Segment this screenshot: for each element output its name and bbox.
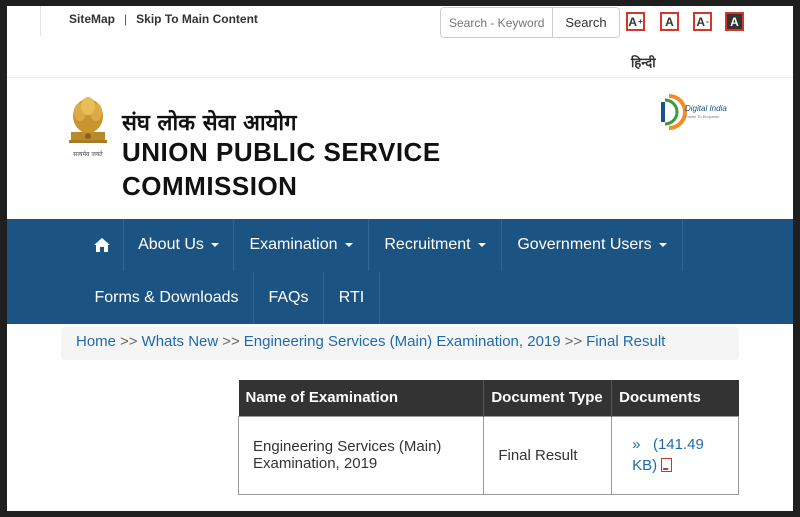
- digital-india-tagline: Power To Empower: [685, 114, 720, 119]
- breadcrumb-whats-new[interactable]: Whats New: [142, 333, 219, 350]
- caret-down-icon: [658, 243, 667, 247]
- digital-india-logo[interactable]: Digital India Power To Empower: [655, 92, 735, 132]
- exam-name-cell: Engineering Services (Main) Examination,…: [237, 415, 485, 495]
- breadcrumb-home[interactable]: Home: [76, 333, 116, 350]
- high-contrast-button[interactable]: A: [725, 12, 744, 31]
- pdf-icon: [661, 458, 673, 472]
- nav-forms-downloads[interactable]: Forms & Downloads: [80, 272, 254, 324]
- nav-faqs[interactable]: FAQs: [254, 272, 324, 324]
- utility-links: SiteMap | Skip To Main Content: [69, 12, 258, 26]
- column-header-exam-name: Name of Examination: [238, 380, 485, 416]
- document-download-link[interactable]: » (141.49 KB): [622, 434, 728, 476]
- nav-home[interactable]: [80, 219, 124, 271]
- breadcrumb-exam[interactable]: Engineering Services (Main) Examination,…: [244, 333, 561, 350]
- font-decrease-button[interactable]: A-: [693, 12, 712, 31]
- font-increase-button[interactable]: A +: [626, 12, 645, 31]
- breadcrumb-separator: >>: [120, 333, 138, 350]
- divider: [40, 6, 41, 36]
- caret-down-icon: [477, 243, 486, 247]
- breadcrumb-separator: >>: [222, 333, 240, 350]
- breadcrumb-current[interactable]: Final Result: [586, 333, 665, 350]
- hindi-language-link[interactable]: हिन्दी: [631, 53, 656, 71]
- nav-government-users[interactable]: Government Users: [502, 219, 683, 271]
- column-header-document-type: Document Type: [483, 380, 613, 416]
- nav-recruitment[interactable]: Recruitment: [369, 219, 502, 271]
- site-title-line: UNION PUBLIC SERVICE: [122, 137, 441, 167]
- document-type-cell: Final Result: [483, 415, 613, 495]
- top-utility-bar: SiteMap | Skip To Main Content Search A+ A…: [7, 6, 793, 78]
- nav-rti[interactable]: RTI: [324, 272, 380, 324]
- column-header-documents: Documents: [611, 380, 739, 416]
- home-icon: [93, 238, 110, 252]
- breadcrumb: Home >> Whats New >> Engineering Services (M…: [61, 327, 739, 360]
- skip-to-content-link[interactable]: Skip To Main Content: [136, 12, 258, 26]
- divider: [7, 77, 793, 78]
- table-row: Engineering Services (Main) Examination,…: [237, 415, 739, 495]
- page: SiteMap | Skip To Main Content Search A+ A…: [7, 6, 793, 511]
- emblem-caption: सत्यमेव जयते: [73, 150, 103, 158]
- utility-separator: |: [124, 12, 128, 26]
- search-box: Search: [440, 7, 620, 38]
- site-title-line: COMMISSION: [122, 171, 298, 201]
- caret-down-icon: [210, 243, 219, 247]
- national-emblem-logo[interactable]: सत्यमेव जयते: [67, 94, 109, 164]
- results-table: Name of Examination Document Type Docume…: [237, 380, 739, 495]
- caret-down-icon: [344, 243, 353, 247]
- search-button[interactable]: Search: [553, 8, 619, 37]
- site-title: UNION PUBLIC SERVICE COMMISSION: [122, 135, 441, 203]
- site-title-hindi: संघ लोक सेवा आयोग: [122, 111, 297, 136]
- main-navigation: About Us Examination Recruitment Governm…: [7, 219, 793, 324]
- breadcrumb-separator: >>: [564, 333, 583, 350]
- document-cell: » (141.49 KB): [611, 415, 739, 495]
- nav-examination[interactable]: Examination: [234, 219, 369, 271]
- nav-about-us[interactable]: About Us: [124, 219, 234, 271]
- table-header-row: Name of Examination Document Type Docume…: [238, 380, 739, 416]
- search-input[interactable]: [441, 8, 553, 37]
- sitemap-link[interactable]: SiteMap: [69, 12, 115, 26]
- digital-india-text: Digital India: [685, 104, 727, 113]
- font-normal-button[interactable]: A: [660, 12, 679, 31]
